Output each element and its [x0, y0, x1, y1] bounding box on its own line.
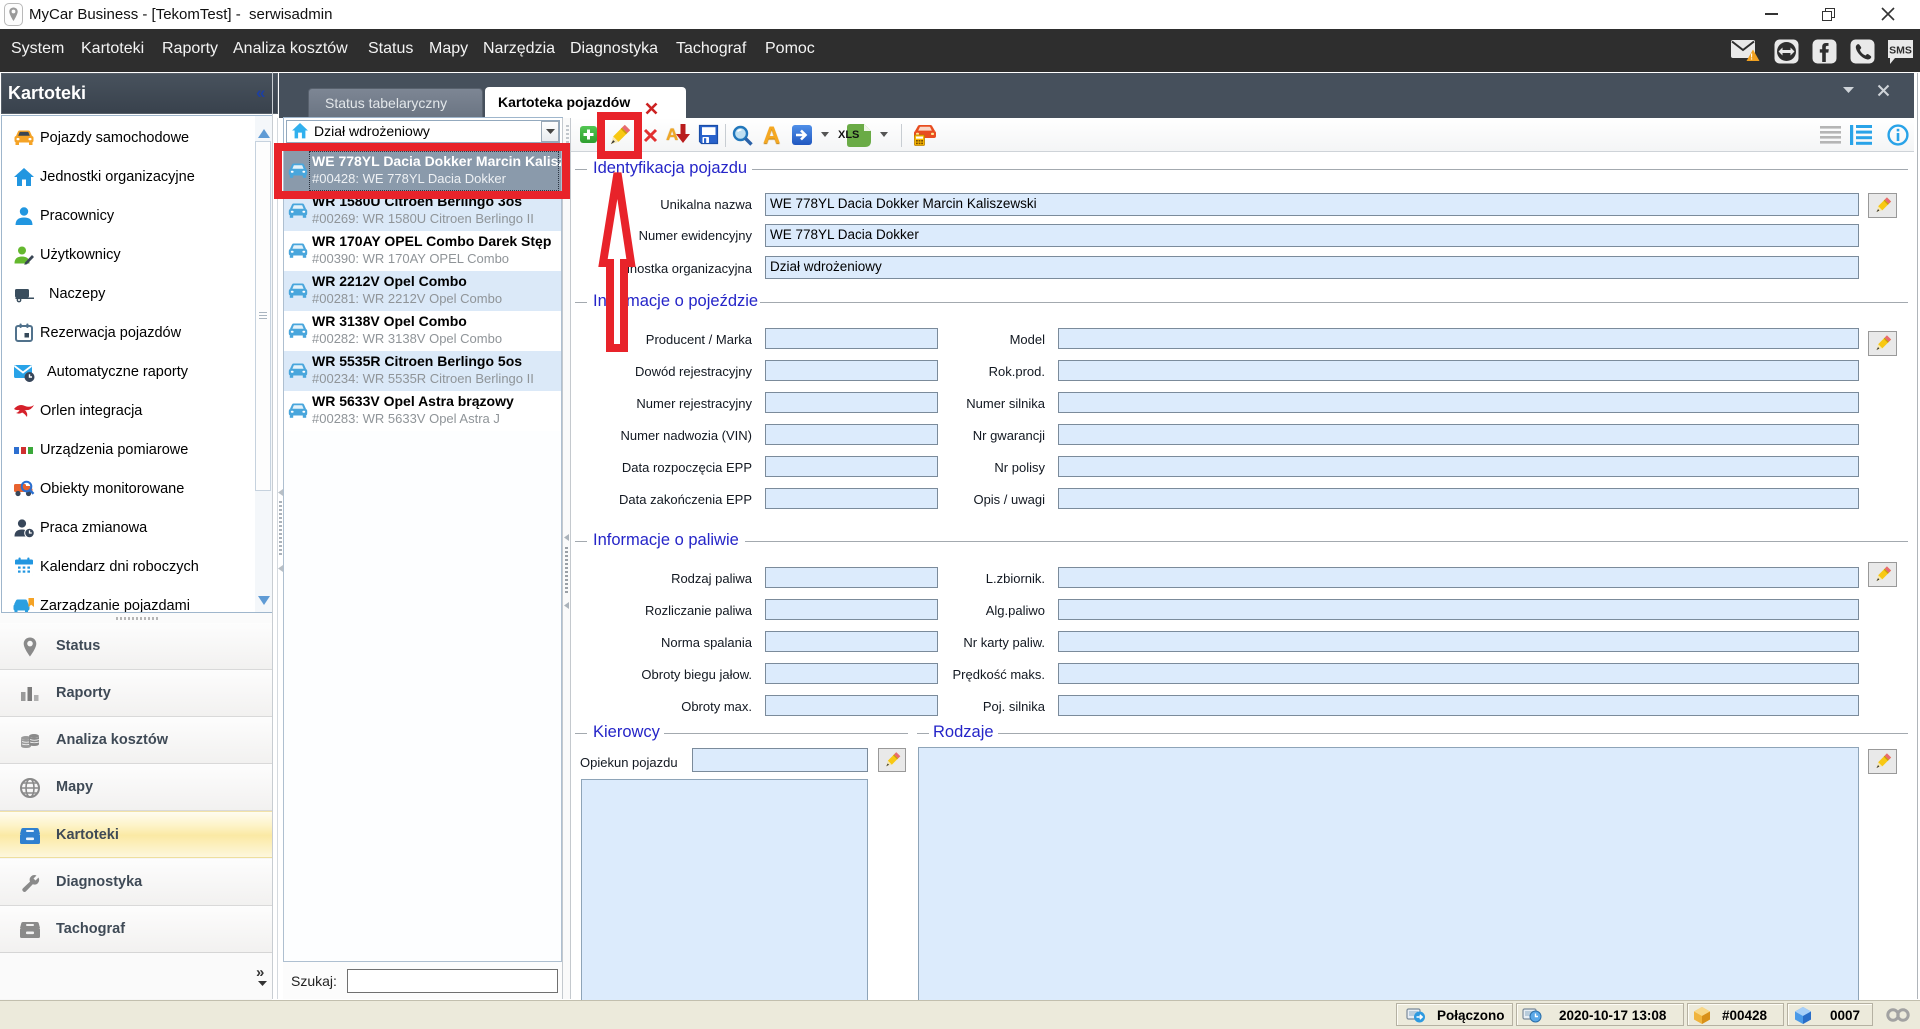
svg-text:!: !: [1750, 53, 1753, 62]
svg-text:SMS: SMS: [1889, 45, 1912, 57]
